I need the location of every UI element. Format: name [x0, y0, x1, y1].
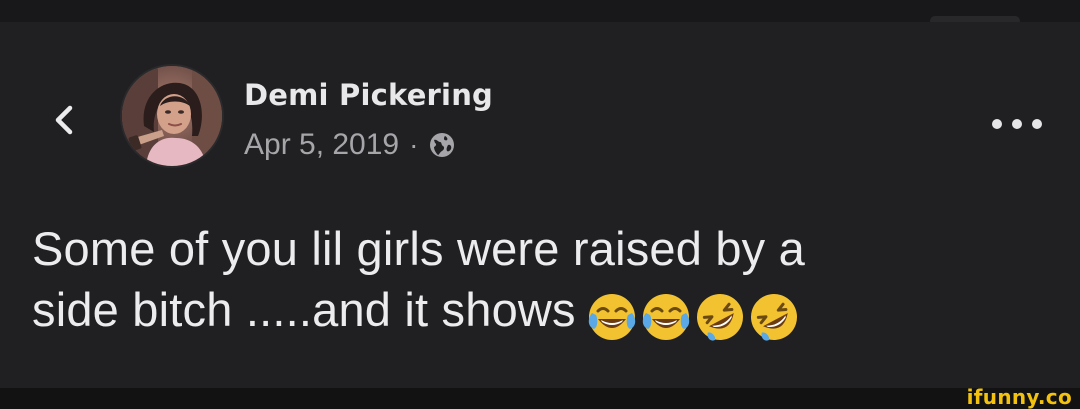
back-button[interactable] [44, 100, 84, 140]
more-dot [1012, 119, 1022, 129]
post-view: Demi Pickering Apr 5, 2019 · Some of you… [0, 22, 1080, 388]
more-dot [1032, 119, 1042, 129]
face-with-tears-of-joy-icon [642, 294, 689, 341]
avatar[interactable] [120, 64, 224, 168]
post-text-line-2: side bitch .....and it shows [32, 279, 1032, 341]
meta-separator: · [409, 129, 419, 160]
status-strip [0, 0, 1080, 26]
emoji-group [586, 283, 802, 341]
post-date[interactable]: Apr 5, 2019 [244, 128, 399, 162]
author-name[interactable]: Demi Pickering [244, 78, 493, 112]
more-options-button[interactable] [992, 114, 1042, 134]
avatar-photo [122, 66, 222, 166]
post-meta: Apr 5, 2019 · [244, 128, 456, 162]
ifunny-watermark: ifunny.co [966, 385, 1072, 409]
watermark-bar: ifunny.co [0, 385, 1080, 409]
post-text-line: side bitch .....and it shows [32, 283, 576, 336]
face-with-tears-of-joy-icon [588, 294, 635, 341]
rolling-on-the-floor-laughing-icon [750, 294, 797, 341]
chevron-left-icon [55, 105, 73, 135]
rolling-on-the-floor-laughing-icon [696, 294, 743, 341]
post-body: Some of you lil girls were raised by a s… [32, 218, 1032, 341]
post-text-line: Some of you lil girls were raised by a [32, 222, 805, 275]
globe-icon [430, 133, 455, 157]
more-dot [992, 119, 1002, 129]
